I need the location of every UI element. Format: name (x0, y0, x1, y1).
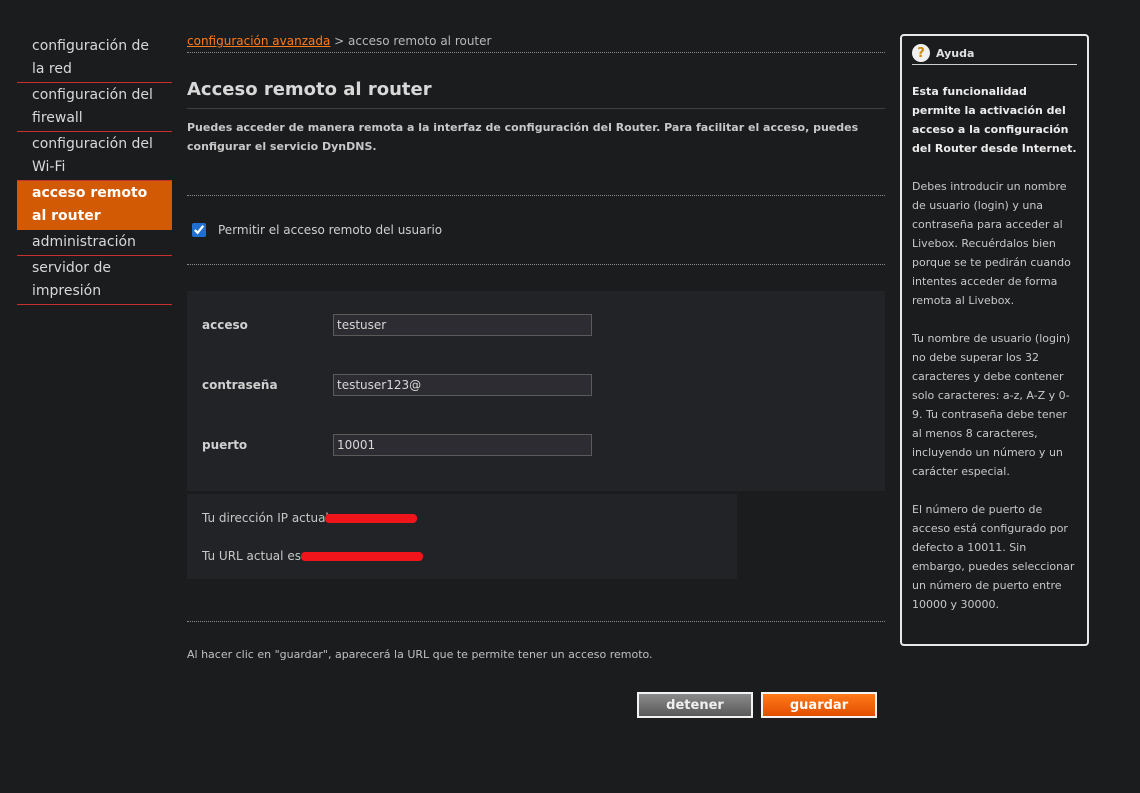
sidebar-item-remote-access[interactable]: acceso remoto al router (17, 181, 172, 230)
acceso-input[interactable] (333, 314, 592, 336)
connection-info: Tu dirección IP actual: Tu URL actual es… (187, 494, 737, 579)
form-row-port: puerto (202, 433, 592, 457)
acceso-label: acceso (202, 318, 248, 332)
password-label: contraseña (202, 378, 278, 392)
current-ip-line: Tu dirección IP actual: (202, 511, 417, 525)
redaction-mark (300, 552, 423, 561)
breadcrumb: configuración avanzada > acceso remoto a… (187, 34, 885, 52)
help-paragraph: El número de puerto de acceso está confi… (912, 503, 1075, 611)
port-input[interactable] (333, 434, 592, 456)
help-panel: ? Ayuda Esta funcionalidad permite la ac… (900, 34, 1089, 646)
sidebar-item-firewall[interactable]: configuración del firewall (17, 83, 172, 132)
help-paragraph: Debes introducir un nombre de usuario (l… (912, 180, 1071, 307)
sidebar-item-wifi[interactable]: configuración del Wi-Fi (17, 132, 172, 181)
page-intro: Puedes acceder de manera remota a la int… (187, 121, 859, 153)
remote-access-checkbox-row[interactable]: Permitir el acceso remoto del usuario (187, 196, 885, 264)
sidebar-item-print-server[interactable]: servidor de impresión (17, 256, 172, 305)
breadcrumb-current: acceso remoto al router (348, 34, 492, 48)
help-title: Ayuda (936, 46, 975, 60)
current-url-line: Tu URL actual es: (202, 549, 423, 563)
redaction-mark (324, 514, 417, 523)
page-title: Acceso remoto al router (187, 79, 885, 109)
credentials-form: acceso contraseña puerto (187, 291, 885, 491)
remote-access-checkbox-label: Permitir el acceso remoto del usuario (218, 223, 443, 237)
sidebar-item-network[interactable]: configuración de la red (17, 34, 172, 83)
form-row-acceso: acceso (202, 313, 592, 337)
port-label: puerto (202, 438, 248, 452)
help-header: ? Ayuda (912, 42, 1077, 65)
main-content: configuración avanzada > acceso remoto a… (187, 34, 885, 661)
sidebar-nav: configuración de la red configuración de… (17, 34, 172, 305)
current-url-label: Tu URL actual es: (202, 549, 305, 563)
help-lead: Esta funcionalidad permite la activación… (912, 85, 1077, 155)
breadcrumb-separator: > (330, 34, 349, 48)
action-buttons: detener guardar (637, 692, 877, 718)
sidebar-item-administration[interactable]: administración (17, 230, 172, 256)
stop-button[interactable]: detener (637, 692, 753, 718)
current-ip-label: Tu dirección IP actual: (202, 511, 333, 525)
divider (187, 621, 885, 622)
help-paragraph: Tu nombre de usuario (login) no debe sup… (912, 332, 1071, 478)
password-input[interactable] (333, 374, 592, 396)
help-question-icon: ? (912, 44, 930, 62)
form-row-password: contraseña (202, 373, 592, 397)
remote-access-checkbox[interactable] (192, 223, 206, 237)
breadcrumb-link-advanced-config[interactable]: configuración avanzada (187, 34, 330, 48)
divider (187, 52, 885, 53)
save-footnote: Al hacer clic en "guardar", aparecerá la… (187, 648, 653, 661)
save-button[interactable]: guardar (761, 692, 877, 718)
help-body: Esta funcionalidad permite la activación… (902, 82, 1087, 614)
divider (187, 264, 885, 265)
